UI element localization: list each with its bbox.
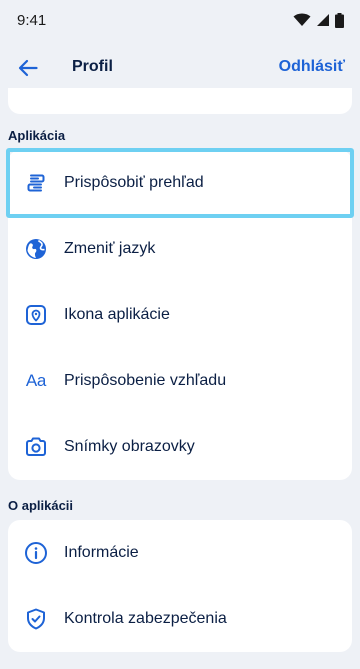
list-item-label: Zmeniť jazyk: [64, 240, 156, 257]
status-time: 9:41: [17, 11, 47, 29]
shield-check-icon: [22, 605, 50, 633]
camera-icon: [22, 433, 50, 461]
arrow-left-icon: [18, 59, 38, 77]
list-item-label: Ikona aplikácie: [64, 306, 170, 323]
list-item-label: Informácie: [64, 544, 139, 561]
page-title: Profil: [72, 58, 113, 75]
text-size-icon: Aa: [25, 371, 47, 390]
list-item-label: Prispôsobiť prehľad: [64, 174, 204, 191]
app-icon-icon: [22, 301, 50, 329]
list-item-label: Kontrola zabezpečenia: [64, 610, 227, 627]
logout-button[interactable]: Odhlásiť: [279, 58, 345, 76]
globe-icon: [22, 235, 50, 263]
previous-card: [8, 88, 352, 114]
back-button[interactable]: [14, 54, 42, 82]
wifi-icon: [293, 13, 311, 26]
cellular-signal-icon: [317, 14, 329, 26]
list-item-customize-appearance[interactable]: Aa Prispôsobenie vzhľadu: [8, 348, 352, 414]
status-icons: [293, 12, 344, 28]
list-item-information[interactable]: Informácie: [8, 520, 352, 586]
list-item-label: Prispôsobenie vzhľadu: [64, 372, 227, 389]
list-item-screenshots[interactable]: Snímky obrazovky: [8, 414, 352, 480]
section-title-about: O aplikácii: [8, 498, 74, 513]
status-bar: 9:41: [0, 0, 360, 40]
customize-overview-icon: [22, 169, 50, 197]
battery-icon: [335, 12, 344, 28]
list-item-app-icon[interactable]: Ikona aplikácie: [8, 282, 352, 348]
app-settings-card: Prispôsobiť prehľad Zmeniť jazyk Ikona a…: [6, 148, 354, 480]
section-title-app: Aplikácia: [8, 128, 66, 143]
list-item-change-language[interactable]: Zmeniť jazyk: [8, 216, 352, 282]
list-item-customize-overview[interactable]: Prispôsobiť prehľad: [6, 148, 354, 218]
info-icon: [22, 539, 50, 567]
about-card: Informácie Kontrola zabezpečenia: [8, 520, 352, 652]
list-item-security-check[interactable]: Kontrola zabezpečenia: [8, 586, 352, 652]
list-item-label: Snímky obrazovky: [64, 438, 195, 455]
